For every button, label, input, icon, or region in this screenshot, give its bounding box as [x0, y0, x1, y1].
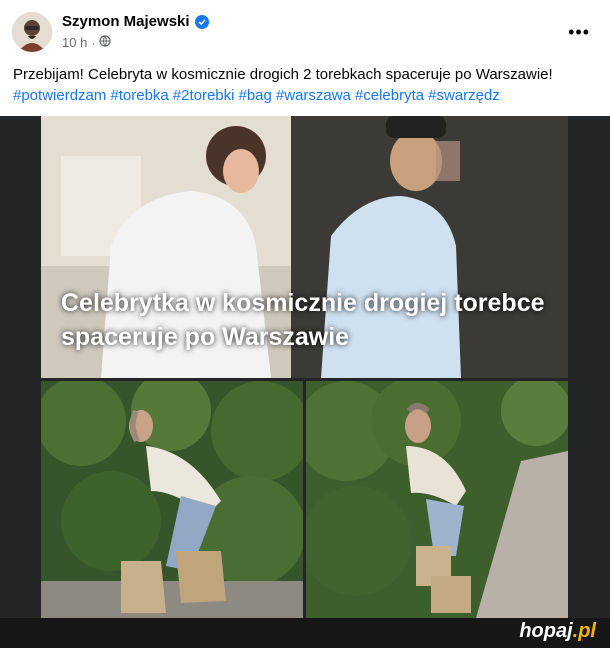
post-body: Przebijam! Celebryta w kosmicznie drogic… — [13, 64, 598, 106]
hashtag-link[interactable]: #2torebki — [173, 87, 235, 104]
author-avatar[interactable] — [12, 12, 52, 52]
verified-badge-icon — [194, 14, 209, 29]
site-watermark: hopaj.pl — [519, 620, 596, 643]
meta-separator: · — [91, 35, 96, 50]
hashtag-list: #potwierdzam #torebka #2torebki #bag #warsza… — [13, 85, 598, 106]
watermark-bar: hopaj.pl — [0, 618, 610, 648]
hashtag-link[interactable]: #potwierdzam — [13, 87, 106, 104]
hashtag-link[interactable]: #warszawa — [276, 87, 351, 104]
watermark-text: hopaj — [519, 620, 573, 642]
author-row: Szymon Majewski — [62, 13, 209, 30]
globe-icon[interactable] — [99, 35, 111, 50]
author-name[interactable]: Szymon Majewski — [62, 13, 190, 30]
banner-photo[interactable]: Celebrytka w kosmicznie drogiej torebce … — [41, 116, 568, 378]
post-message: Przebijam! Celebryta w kosmicznie drogic… — [13, 66, 553, 83]
hashtag-link[interactable]: #torebka — [110, 87, 168, 104]
banner-caption: Celebrytka w kosmicznie drogiej torebce … — [61, 289, 545, 351]
right-photo[interactable] — [306, 381, 568, 618]
hashtag-link[interactable]: #swarzędz — [428, 87, 500, 104]
post-time[interactable]: 10 h — [62, 35, 87, 50]
more-options-icon[interactable]: ••• — [568, 22, 590, 43]
hashtag-link[interactable]: #bag — [238, 87, 271, 104]
post-header: Szymon Majewski 10 h · ••• — [0, 0, 610, 60]
left-photo[interactable] — [41, 381, 303, 618]
hashtag-link[interactable]: #celebryta — [355, 87, 424, 104]
post-meta: 10 h · — [62, 35, 111, 50]
post-media[interactable]: Celebrytka w kosmicznie drogiej torebce … — [0, 116, 610, 618]
watermark-suffix: .pl — [572, 620, 596, 642]
